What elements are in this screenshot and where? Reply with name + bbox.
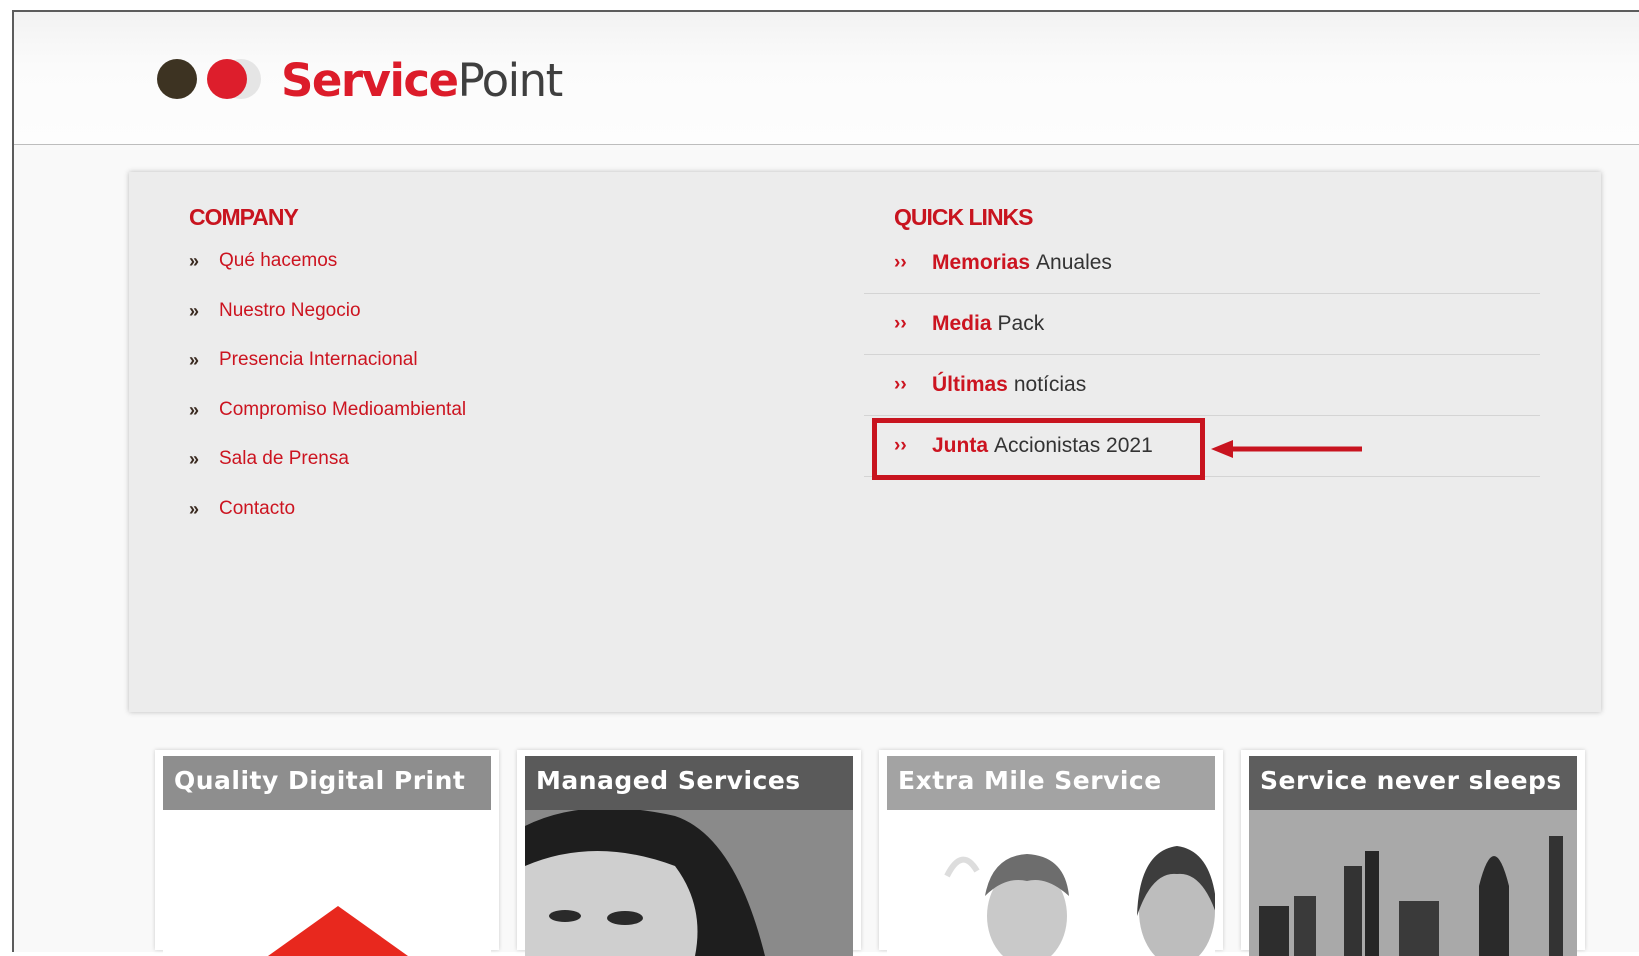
card-image: Service never sleeps — [1249, 756, 1577, 956]
card-title: Extra Mile Service — [887, 756, 1215, 810]
list-item: » Nuestro Negocio — [189, 300, 466, 350]
list-item: » Contacto — [189, 498, 466, 548]
double-chevron-icon: » — [189, 251, 199, 271]
card-extra-mile-service[interactable]: Extra Mile Service — [879, 750, 1223, 956]
chevron-right-icon: ›› — [894, 252, 907, 273]
quick-links-heading: QUICK LINKS — [894, 204, 1033, 230]
link-que-hacemos[interactable]: Qué hacemos — [219, 250, 337, 272]
link-compromiso-medioambiental[interactable]: Compromiso Medioambiental — [219, 399, 466, 421]
card-title: Quality Digital Print — [163, 756, 491, 810]
service-cards: Quality Digital Print Managed Services E… — [155, 750, 1625, 956]
link-sala-de-prensa[interactable]: Sala de Prensa — [219, 448, 349, 470]
double-chevron-icon: » — [189, 300, 199, 321]
list-item: » Compromiso Medioambiental — [189, 399, 466, 449]
quick-link-memorias-anuales[interactable]: ›› Memorias Anuales — [864, 233, 1540, 294]
annotation-highlight-box — [872, 418, 1205, 480]
logo-dark-circle-icon — [157, 59, 197, 99]
footer-links-panel: COMPANY » Qué hacemos » Nuestro Negocio » P… — [129, 172, 1601, 712]
double-chevron-icon: » — [189, 449, 199, 470]
card-image: Managed Services — [525, 756, 853, 956]
card-image: Extra Mile Service — [887, 756, 1215, 956]
link-contacto[interactable]: Contacto — [219, 498, 295, 520]
chevron-right-icon: ›› — [894, 374, 907, 395]
card-quality-digital-print[interactable]: Quality Digital Print — [155, 750, 499, 956]
card-managed-services[interactable]: Managed Services — [517, 750, 861, 956]
site-header: ServicePoint — [14, 12, 1639, 145]
card-service-never-sleeps[interactable]: Service never sleeps — [1241, 750, 1585, 956]
chevron-right-icon: ›› — [894, 313, 907, 334]
double-chevron-icon: » — [189, 350, 199, 371]
company-links-list: » Qué hacemos » Nuestro Negocio » Presencia… — [189, 250, 466, 548]
link-presencia-internacional[interactable]: Presencia Internacional — [219, 349, 418, 371]
quick-link-media-pack[interactable]: ›› Media Pack — [864, 294, 1540, 355]
list-item: » Presencia Internacional — [189, 349, 466, 399]
link-nuestro-negocio[interactable]: Nuestro Negocio — [219, 300, 361, 322]
card-image: Quality Digital Print — [163, 756, 491, 956]
card-title: Managed Services — [525, 756, 853, 810]
card-title: Service never sleeps — [1249, 756, 1577, 810]
double-chevron-icon: » — [189, 399, 199, 420]
list-item: » Qué hacemos — [189, 250, 466, 300]
annotation-arrow-icon — [1211, 440, 1362, 458]
quick-link-ultimas-noticias[interactable]: ›› Últimas notícias — [864, 355, 1540, 416]
list-item: » Sala de Prensa — [189, 448, 466, 498]
logo-wordmark: ServicePoint — [281, 54, 563, 107]
double-chevron-icon: » — [189, 498, 199, 519]
company-heading: COMPANY — [189, 204, 299, 230]
logo-red-circle-icon — [207, 59, 247, 99]
